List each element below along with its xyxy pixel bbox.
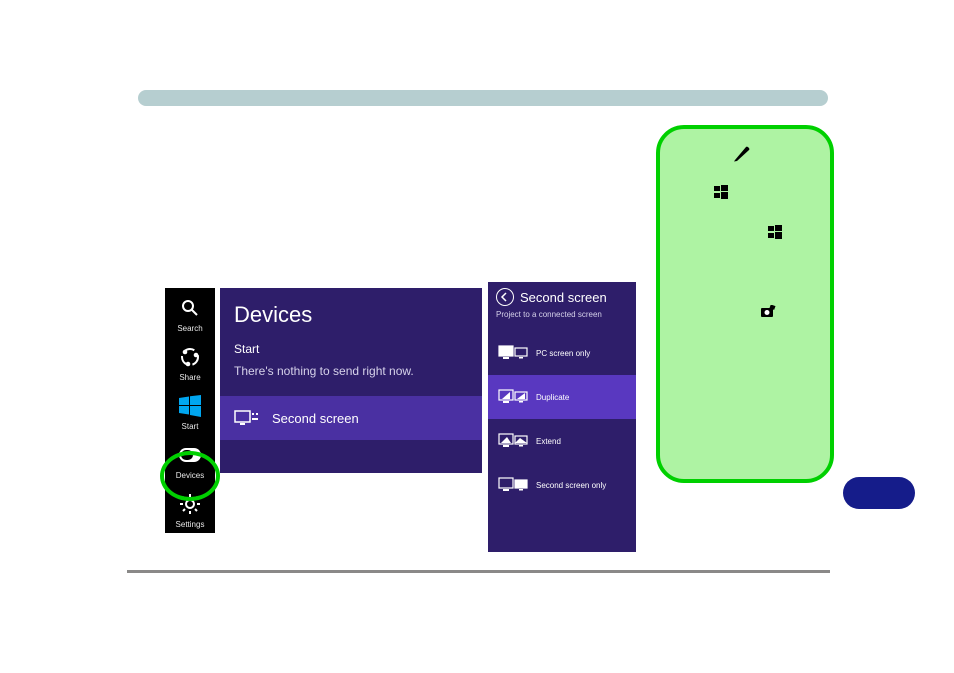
extend-icon — [498, 431, 528, 451]
devices-panel: Devices Start There's nothing to send ri… — [220, 288, 482, 473]
option-label: Duplicate — [536, 393, 569, 402]
option-label: Second screen only — [536, 481, 606, 490]
charm-label: Share — [179, 373, 200, 382]
camera-icon — [760, 305, 776, 319]
second-screen-row[interactable]: Second screen — [220, 396, 482, 440]
charm-search[interactable]: Search — [165, 288, 215, 337]
charm-start[interactable]: Start — [165, 386, 215, 435]
divider — [127, 570, 830, 573]
back-button[interactable] — [496, 288, 514, 306]
share-icon — [179, 343, 201, 371]
charm-settings[interactable]: Settings — [165, 484, 215, 533]
decorative-bar — [138, 90, 828, 106]
devices-icon — [176, 441, 204, 469]
option-pc-screen-only[interactable]: PC screen only — [488, 331, 636, 375]
windows-logo-icon — [179, 392, 201, 420]
pen-icon — [732, 143, 752, 163]
option-second-only[interactable]: Second screen only — [488, 463, 636, 507]
option-extend[interactable]: Extend — [488, 419, 636, 463]
devices-empty-msg: There's nothing to send right now. — [220, 362, 482, 396]
charm-label: Devices — [176, 471, 204, 480]
charm-label: Settings — [176, 520, 205, 529]
pill-button[interactable] — [843, 477, 915, 509]
second-screen-icon — [234, 406, 262, 430]
highlight-box — [656, 125, 834, 483]
gear-icon — [179, 490, 201, 518]
charm-devices[interactable]: Devices — [165, 435, 215, 484]
second-screen-panel: Second screen Project to a connected scr… — [488, 282, 636, 552]
charms-bar: Search Share Start Devices Settings — [165, 288, 215, 533]
second-screen-label: Second screen — [272, 411, 359, 426]
windows-logo-icon — [714, 185, 728, 199]
option-label: PC screen only — [536, 349, 590, 358]
devices-start-label: Start — [220, 338, 482, 362]
option-label: Extend — [536, 437, 561, 446]
second-screen-subtitle: Project to a connected screen — [488, 308, 636, 331]
charm-share[interactable]: Share — [165, 337, 215, 386]
option-duplicate[interactable]: Duplicate — [488, 375, 636, 419]
second-screen-title: Second screen — [520, 290, 607, 305]
second-only-icon — [498, 475, 528, 495]
devices-panel-title: Devices — [220, 288, 482, 338]
windows-logo-icon — [768, 225, 782, 239]
search-icon — [180, 294, 200, 322]
charm-label: Start — [182, 422, 199, 431]
charm-label: Search — [177, 324, 202, 333]
second-screen-header: Second screen — [488, 282, 636, 308]
pc-only-icon — [498, 343, 528, 363]
duplicate-icon — [498, 387, 528, 407]
